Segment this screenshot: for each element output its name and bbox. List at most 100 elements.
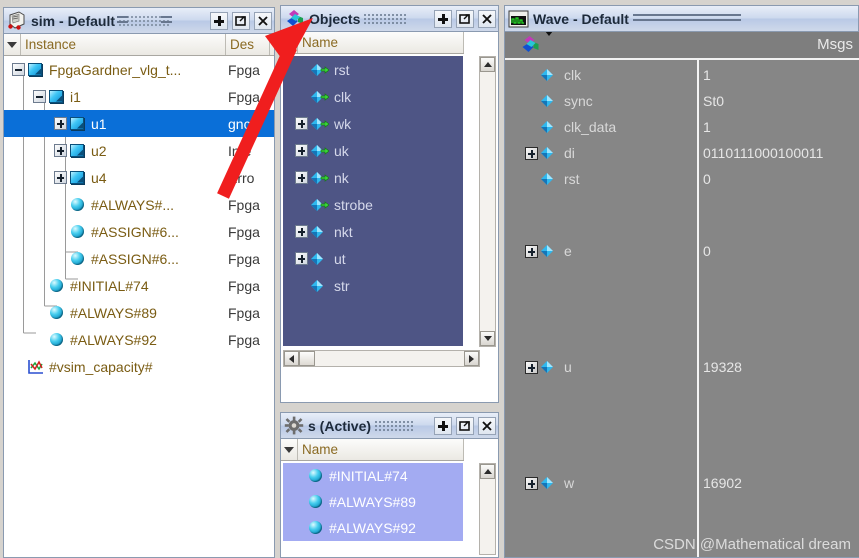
instance-tree-row[interactable]: u1 gnco: [4, 110, 274, 137]
processes-column-name[interactable]: Name: [298, 439, 464, 460]
wave-signal-row[interactable]: clk: [505, 62, 697, 88]
instance-tree-row[interactable]: #INITIAL#74 Fpga: [4, 272, 274, 299]
object-name: nk: [334, 169, 349, 186]
expand-icon[interactable]: [295, 144, 308, 157]
process-list-item[interactable]: #ALWAYS#92: [283, 515, 463, 541]
collapse-icon[interactable]: [12, 63, 25, 76]
instance-name: #ASSIGN#6...: [91, 223, 179, 240]
objects-list[interactable]: rst clk wk uk nk strobe nkt ut str: [283, 56, 463, 346]
object-list-item[interactable]: nk: [283, 164, 463, 191]
objects-column-name[interactable]: Name: [298, 32, 464, 53]
expand-icon[interactable]: [54, 171, 67, 184]
processes-scroll-up-button[interactable]: [480, 464, 495, 479]
objects-add-button[interactable]: [434, 9, 452, 28]
processes-undock-button[interactable]: [456, 416, 474, 435]
expand-icon[interactable]: [295, 171, 308, 184]
object-list-item[interactable]: ut: [283, 245, 463, 272]
instance-tree-row[interactable]: #ASSIGN#6... Fpga: [4, 218, 274, 245]
expand-icon[interactable]: [295, 117, 308, 130]
objects-undock-button[interactable]: [456, 9, 474, 28]
collapse-icon[interactable]: [33, 90, 46, 103]
object-name: strobe: [334, 196, 373, 213]
process-list-item[interactable]: #INITIAL#74: [283, 463, 463, 489]
objects-vscroll-track[interactable]: [480, 72, 495, 331]
expand-icon[interactable]: [525, 146, 538, 160]
objects-sort-button[interactable]: [281, 32, 298, 53]
process-list-item[interactable]: #ALWAYS#89: [283, 489, 463, 515]
processes-add-button[interactable]: [434, 416, 452, 435]
processes-drag-handle[interactable]: [375, 420, 414, 431]
object-list-item[interactable]: rst: [283, 56, 463, 83]
expand-icon[interactable]: [525, 360, 538, 374]
object-list-item[interactable]: uk: [283, 137, 463, 164]
sim-column-instance[interactable]: Instance: [21, 34, 226, 55]
processes-sort-button[interactable]: [281, 439, 298, 460]
wave-signal-row[interactable]: w: [505, 470, 697, 496]
sim-undock-button[interactable]: [232, 11, 250, 30]
sim-close-button[interactable]: [254, 11, 272, 30]
wave-signal-row[interactable]: rst: [505, 166, 697, 192]
objects-hscroll-track[interactable]: [315, 351, 464, 366]
wave-signal-row[interactable]: u: [505, 354, 697, 380]
sim-sort-button[interactable]: [4, 34, 21, 55]
signal-icon: [540, 171, 559, 187]
objects-scroll-down-button[interactable]: [480, 331, 495, 346]
wave-signal-value: 0: [703, 243, 711, 259]
objects-scroll-up-button[interactable]: [480, 57, 495, 72]
instance-tree-row[interactable]: u2 Inte: [4, 137, 274, 164]
objects-vertical-scrollbar[interactable]: [479, 56, 496, 347]
wave-canvas[interactable]: Msgs clk 1 sync St0 clk_data 1 di 0110111000100…: [505, 32, 859, 557]
processes-titlebar[interactable]: s (Active): [280, 412, 499, 438]
wave-signal-rows[interactable]: clk 1 sync St0 clk_data 1 di 0110111000100011 rs…: [505, 62, 859, 557]
object-name: str: [334, 277, 350, 294]
object-list-item[interactable]: clk: [283, 83, 463, 110]
sim-column-description[interactable]: Des: [226, 34, 270, 55]
object-list-item[interactable]: nkt: [283, 218, 463, 245]
wave-titlebar[interactable]: Wave - Default: [504, 5, 859, 31]
objects-drag-handle[interactable]: [364, 13, 409, 24]
instance-tree-row[interactable]: #ALWAYS#92 Fpga: [4, 326, 274, 353]
signal-icon: [540, 67, 559, 83]
expand-icon[interactable]: [295, 252, 308, 265]
objects-horizontal-scrollbar[interactable]: [283, 350, 480, 367]
signal-icon: [310, 224, 329, 240]
objects-scroll-right-button[interactable]: [464, 351, 479, 366]
expand-icon[interactable]: [54, 117, 67, 130]
expand-icon[interactable]: [525, 244, 538, 258]
wave-signal-row[interactable]: e: [505, 238, 697, 264]
signal-icon: [540, 359, 559, 375]
expand-icon[interactable]: [525, 476, 538, 490]
instance-tree-row[interactable]: i1 Fpga: [4, 83, 274, 110]
instance-tree-row[interactable]: u4 Erro: [4, 164, 274, 191]
processes-list[interactable]: #INITIAL#74 #ALWAYS#89 #ALWAYS#92: [283, 463, 463, 557]
objects-close-button[interactable]: [478, 9, 496, 28]
wave-signal-row[interactable]: clk_data: [505, 114, 697, 140]
wave-signal-row[interactable]: sync: [505, 88, 697, 114]
wave-drag-handle[interactable]: [632, 13, 743, 24]
instance-tree-row[interactable]: #ALWAYS#89 Fpga: [4, 299, 274, 326]
chevron-down-icon[interactable]: [545, 32, 553, 54]
instance-tree-row[interactable]: #ASSIGN#6... Fpga: [4, 245, 274, 272]
objects-titlebar[interactable]: Objects: [280, 5, 499, 31]
objects-scroll-left-button[interactable]: [284, 351, 299, 366]
sim-add-button[interactable]: [210, 11, 228, 30]
sim-titlebar[interactable]: sim - Default: [3, 7, 275, 33]
expand-icon[interactable]: [54, 144, 67, 157]
processes-vertical-scrollbar[interactable]: [479, 463, 496, 555]
instance-tree-row[interactable]: FpgaGardner_vlg_t... Fpga: [4, 56, 274, 83]
object-list-item[interactable]: strobe: [283, 191, 463, 218]
processes-vscroll-track[interactable]: [480, 479, 495, 554]
object-name: rst: [334, 61, 350, 78]
objects-hscroll-thumb[interactable]: [299, 351, 315, 366]
object-list-item[interactable]: str: [283, 272, 463, 299]
processes-close-button[interactable]: [478, 416, 496, 435]
expand-icon[interactable]: [295, 225, 308, 238]
sim-drag-handle[interactable]: [117, 15, 173, 26]
instance-tree-row[interactable]: #ALWAYS#... Fpga: [4, 191, 274, 218]
instance-name: #vsim_capacity#: [49, 358, 153, 375]
instance-tree-row[interactable]: #vsim_capacity#: [4, 353, 274, 380]
instance-description: Fpga: [228, 88, 260, 105]
object-list-item[interactable]: wk: [283, 110, 463, 137]
sim-instance-tree[interactable]: FpgaGardner_vlg_t... Fpga i1 Fpga u1 gnco u2 In…: [4, 56, 274, 557]
wave-signal-row[interactable]: di: [505, 140, 697, 166]
